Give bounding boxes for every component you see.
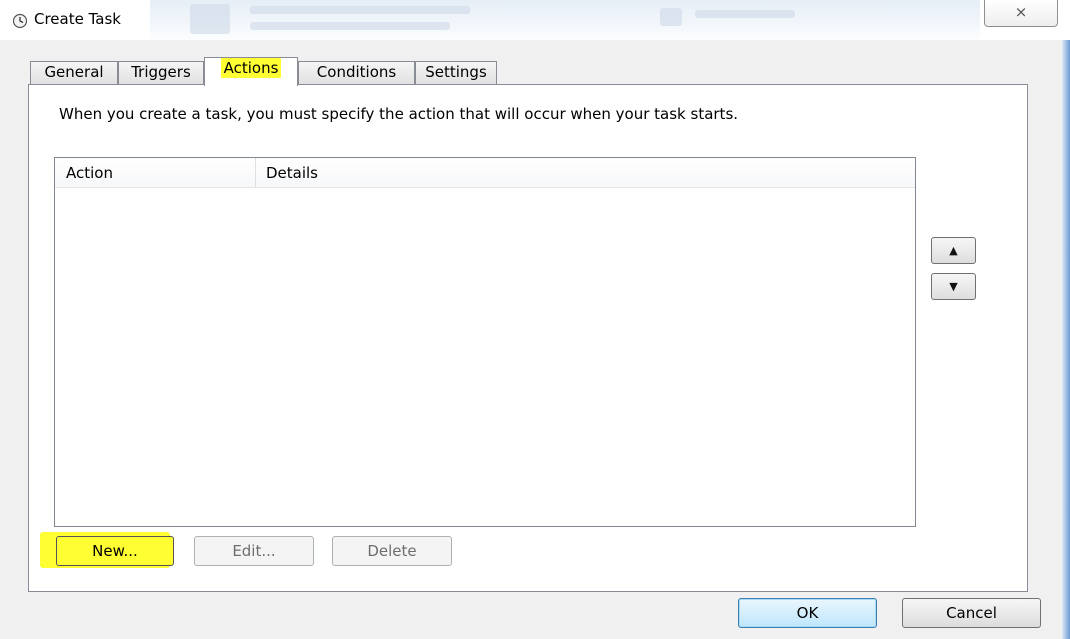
move-down-button[interactable]: ▼ [931,273,976,300]
tab-actions[interactable]: Actions [204,57,298,86]
window-edge [1062,40,1070,639]
tab-settings[interactable]: Settings [415,61,497,84]
background-window-blur [150,0,980,44]
cancel-button[interactable]: Cancel [902,598,1041,628]
blurred-shape [250,6,470,14]
tab-general[interactable]: General [30,61,118,84]
blurred-shape [190,4,230,34]
move-up-button[interactable]: ▲ [931,237,976,264]
actions-list[interactable]: Action Details [54,157,916,527]
panel-description: When you create a task, you must specify… [59,105,739,123]
actions-panel: When you create a task, you must specify… [28,84,1028,592]
window-title: Create Task [34,10,121,28]
column-header-details[interactable]: Details [255,158,555,187]
ok-button[interactable]: OK [738,598,877,628]
arrow-down-icon: ▼ [949,280,958,293]
title-bar: Create Task ⨯ [0,0,1070,44]
tab-label: Actions [220,58,282,78]
tab-label: Settings [425,63,487,81]
tab-label: General [44,63,104,81]
tab-label: Conditions [316,63,397,81]
close-button[interactable]: ⨯ [984,0,1058,27]
column-header-action[interactable]: Action [55,158,255,187]
tab-label: Triggers [131,63,191,81]
blurred-shape [250,22,450,30]
tab-triggers[interactable]: Triggers [118,61,204,84]
tab-conditions[interactable]: Conditions [298,61,415,84]
arrow-up-icon: ▲ [949,244,958,257]
new-button[interactable]: New... [56,536,174,566]
list-header: Action Details [55,158,915,188]
delete-button[interactable]: Delete [332,536,452,566]
create-task-window: Create Task ⨯ General Triggers Actions C… [0,0,1070,639]
blurred-shape [660,8,682,26]
clock-icon [12,13,28,29]
blurred-shape [695,10,795,18]
edit-button[interactable]: Edit... [194,536,314,566]
